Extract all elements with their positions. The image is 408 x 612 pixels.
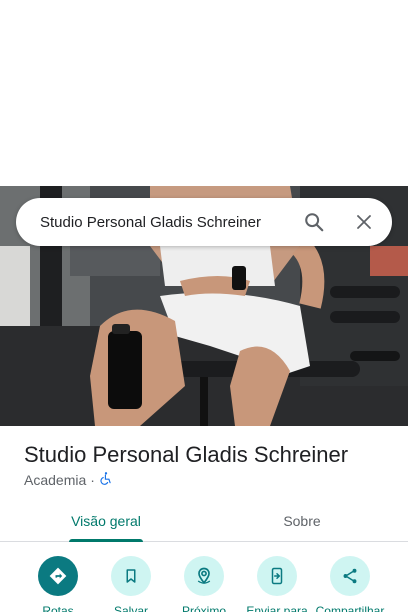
active-tab-indicator: [69, 539, 143, 542]
nearby-label: Próximo: [181, 604, 226, 612]
search-query[interactable]: Studio Personal Gladis Schreiner: [40, 214, 296, 231]
tab-sobre[interactable]: Sobre: [254, 500, 350, 542]
save-label: Salvar: [113, 604, 148, 612]
place-subtitle: Academia ·: [24, 471, 113, 488]
place-category: Academia: [24, 471, 87, 488]
wheelchair-accessible-icon: [99, 471, 113, 488]
share-button[interactable]: Compartilhar: [313, 556, 387, 612]
save-button[interactable]: Salvar: [94, 556, 168, 612]
place-title: Studio Personal Gladis Schreiner: [24, 442, 349, 467]
tab-visao-geral[interactable]: Visão geral: [58, 500, 154, 542]
share-label: Compartilhar: [315, 604, 385, 612]
send-to-phone-label: Enviar para: [246, 604, 308, 612]
bookmark-icon: [111, 556, 151, 596]
close-icon[interactable]: [346, 204, 382, 240]
search-icon[interactable]: [296, 204, 332, 240]
directions-button[interactable]: Rotas: [21, 556, 95, 612]
map-area-blank: [0, 0, 408, 186]
share-icon: [330, 556, 370, 596]
nearby-button[interactable]: Próximo: [167, 556, 241, 612]
search-bar[interactable]: Studio Personal Gladis Schreiner: [16, 198, 392, 246]
send-to-phone-button[interactable]: Enviar para: [240, 556, 314, 612]
nearby-icon: [184, 556, 224, 596]
send-to-phone-icon: [257, 556, 297, 596]
directions-icon: [38, 556, 78, 596]
action-buttons-row: Rotas Salvar Próximo Enviar para Compart…: [0, 556, 408, 612]
directions-label: Rotas: [42, 604, 74, 612]
separator-dot: ·: [90, 471, 95, 488]
tab-bar: Visão geral Sobre: [0, 500, 408, 542]
